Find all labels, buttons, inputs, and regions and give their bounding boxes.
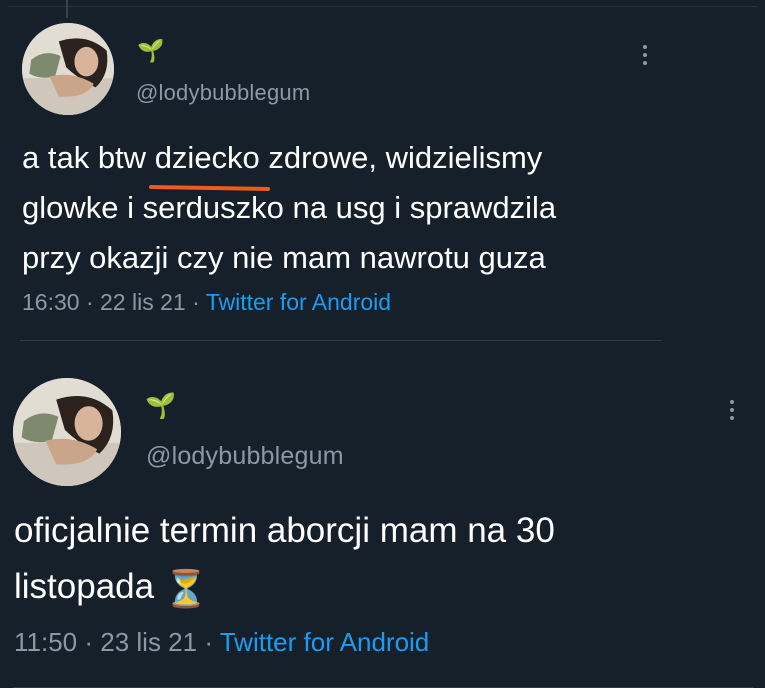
tweet-time[interactable]: 16:30 — [22, 289, 80, 315]
profile-photo-icon — [13, 378, 121, 486]
avatar[interactable] — [13, 378, 121, 486]
sprout-icon: 🌱 — [145, 392, 177, 420]
tweet-meta: 16:30 · 22 lis 21 · Twitter for Android — [22, 289, 392, 315]
tweet-meta: 11:50 · 23 lis 21 · Twitter for Android — [14, 627, 430, 657]
avatar[interactable] — [22, 23, 114, 115]
tweet-date[interactable]: 23 lis 21 — [100, 627, 197, 657]
profile-photo-icon — [22, 23, 114, 115]
tweet-card[interactable]: 🌱 @lodybubblegum a tak btw dziecko zdrow… — [0, 0, 765, 343]
more-options-icon[interactable] — [640, 45, 650, 65]
tweet-date[interactable]: 22 lis 21 — [100, 289, 186, 315]
more-options-icon[interactable] — [727, 400, 737, 420]
tweet-text-line: a tak btw dziecko zdrowe, widzielismy — [22, 134, 542, 182]
user-handle[interactable]: @lodybubblegum — [146, 442, 344, 471]
tweet-text-line: oficjalnie termin aborcji mam na 30 — [14, 511, 555, 550]
tweet-source-link[interactable]: Twitter for Android — [220, 627, 430, 657]
tweet-text-line: listopada ⏳ — [14, 567, 209, 609]
tweet-source-link[interactable]: Twitter for Android — [206, 289, 391, 315]
sprout-icon: 🌱 — [137, 38, 165, 63]
user-handle[interactable]: @lodybubblegum — [136, 80, 310, 106]
hourglass-icon: ⏳ — [163, 568, 209, 609]
tweet-time[interactable]: 11:50 — [14, 627, 77, 657]
tweet-text-line: przy okazji czy nie mam nawrotu guza — [22, 240, 546, 275]
highlighted-word: dziecko — [155, 134, 260, 182]
divider — [20, 340, 662, 341]
tweet-text-line: glowke i serduszko na usg i sprawdzila — [22, 190, 557, 225]
tweet-card[interactable]: 🌱 @lodybubblegum oficjalnie termin aborc… — [0, 344, 765, 688]
